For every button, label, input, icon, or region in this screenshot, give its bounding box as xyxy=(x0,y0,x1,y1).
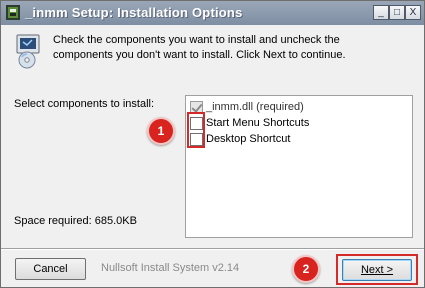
close-icon: X xyxy=(409,6,417,18)
component-item-start-menu-shortcuts[interactable]: Start Menu Shortcuts xyxy=(190,115,309,131)
window-title: _inmm Setup: Installation Options xyxy=(25,5,243,20)
installer-app-icon xyxy=(6,5,20,20)
close-button[interactable]: X xyxy=(405,5,421,20)
component-item-inmm-dll: _inmm.dll (required) xyxy=(190,99,304,115)
component-item-desktop-shortcut[interactable]: Desktop Shortcut xyxy=(190,131,290,147)
footer-divider xyxy=(1,248,424,250)
installer-brand: Nullsoft Install System v2.14 xyxy=(101,262,240,274)
setup-cd-icon xyxy=(16,34,40,69)
minimize-icon: _ xyxy=(378,6,384,18)
minimize-button[interactable]: _ xyxy=(373,5,389,20)
component-label-inmm-dll: _inmm.dll (required) xyxy=(206,101,304,113)
maximize-button[interactable]: □ xyxy=(389,5,405,20)
annotation-badge-1: 1 xyxy=(147,117,175,145)
next-button-label: Next > xyxy=(360,264,394,276)
highlight-checkboxes xyxy=(187,112,205,148)
maximize-icon: □ xyxy=(393,6,401,18)
space-required-label: Space required: 685.0KB xyxy=(14,215,137,227)
instructions-line-1: Check the components you want to install… xyxy=(53,34,340,46)
components-list: _inmm.dll (required) Start Menu Shortcut… xyxy=(185,95,413,238)
annotation-badge-2: 2 xyxy=(292,255,320,283)
component-label-desktop-shortcut[interactable]: Desktop Shortcut xyxy=(206,133,290,145)
next-button[interactable]: Next > xyxy=(342,259,412,281)
header-panel: Check the components you want to install… xyxy=(1,25,424,83)
component-label-start-menu-shortcuts[interactable]: Start Menu Shortcuts xyxy=(206,117,309,129)
instructions-line-2: components you don't want to install. Cl… xyxy=(53,49,346,61)
components-label: Select components to install: xyxy=(14,98,155,110)
instructions-text: Check the components you want to install… xyxy=(53,33,383,63)
cancel-button[interactable]: Cancel xyxy=(15,258,86,280)
installer-window: _inmm Setup: Installation Options _ □ X … xyxy=(0,0,425,288)
title-bar[interactable]: _inmm Setup: Installation Options _ □ X xyxy=(1,1,424,25)
